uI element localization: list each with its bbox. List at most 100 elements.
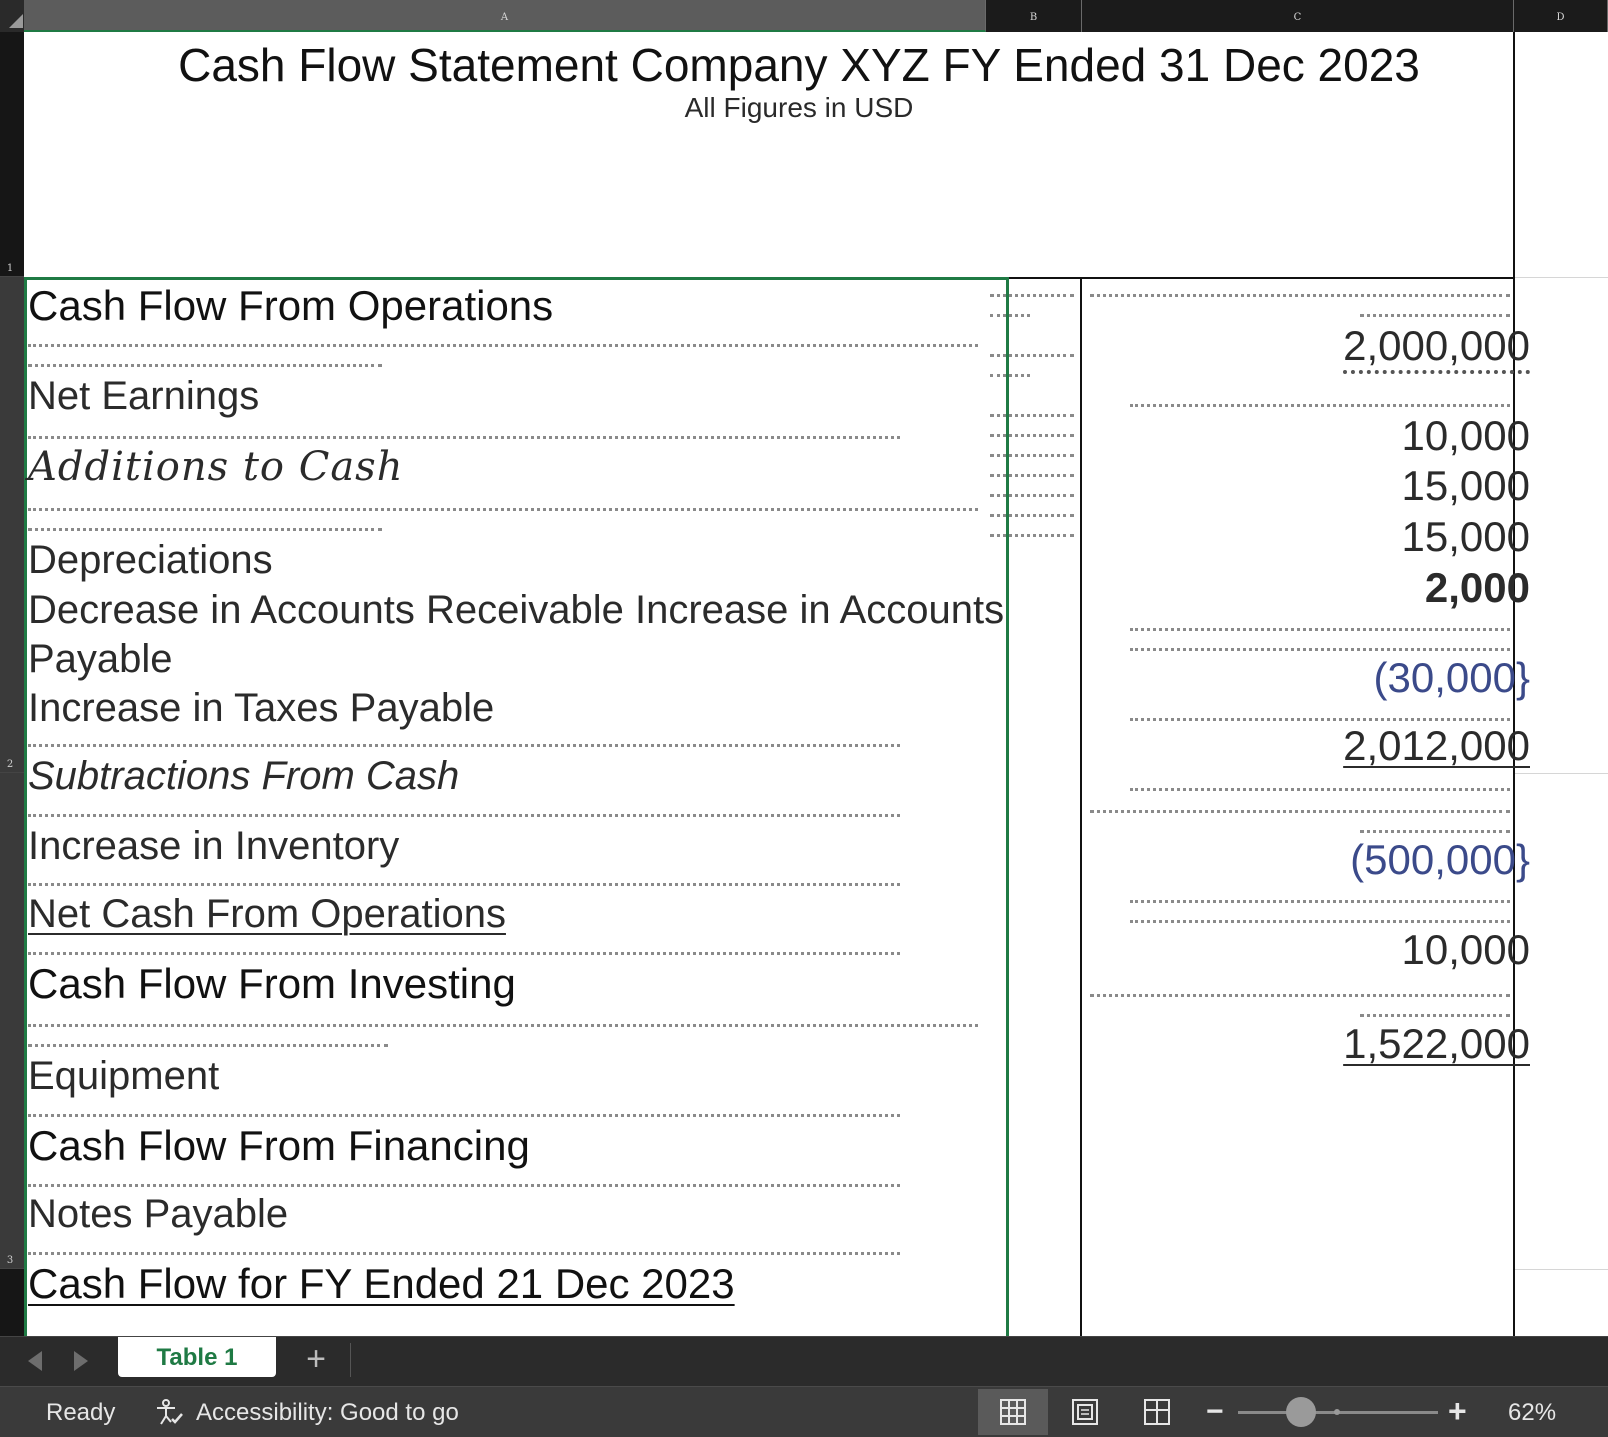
cell-border xyxy=(986,277,1514,279)
dotted-leader xyxy=(990,468,1074,477)
accessibility-status[interactable]: Accessibility: Good to go xyxy=(196,1399,459,1427)
zoom-out-button[interactable]: − xyxy=(1206,1395,1224,1429)
column-header-bar: A B C D xyxy=(0,0,1608,32)
page-layout-icon xyxy=(1072,1399,1098,1425)
dotted-leader xyxy=(1360,1008,1510,1017)
gridline xyxy=(1514,277,1608,278)
value-equipment: (500,000} xyxy=(1350,836,1530,883)
row-header-2[interactable]: 2 xyxy=(0,277,24,773)
row-header-1-label: 1 xyxy=(6,263,14,274)
gridline xyxy=(1514,773,1608,774)
status-ready: Ready xyxy=(46,1399,116,1426)
grid-view-icon xyxy=(1000,1399,1026,1425)
dotted-leader xyxy=(28,522,382,531)
dotted-leader xyxy=(990,348,1074,357)
row-header-3[interactable]: 3 xyxy=(0,773,24,1269)
label-equipment: Equipment xyxy=(28,1054,220,1098)
dotted-leader xyxy=(28,502,978,511)
label-net-cash-operations: Net Cash From Operations xyxy=(28,892,506,936)
page-break-view-button[interactable] xyxy=(1122,1389,1192,1435)
status-bar: Ready Accessibility: Good to go − + 62% xyxy=(0,1386,1608,1437)
value-notes-payable: 10,000 xyxy=(1401,926,1530,973)
zoom-in-button[interactable]: + xyxy=(1448,1393,1467,1430)
sheet-title: Cash Flow Statement Company XYZ FY Ended… xyxy=(178,39,1420,91)
dotted-leader xyxy=(28,338,978,347)
dotted-leader xyxy=(28,877,900,886)
dotted-leader xyxy=(1130,398,1510,407)
value-depreciations: 10,000 xyxy=(1401,412,1530,459)
dotted-leader xyxy=(990,368,1030,377)
value-accounts-payable: 15,000 xyxy=(1401,513,1530,560)
label-decrease-ar-cont: Payable xyxy=(28,637,173,681)
dotted-leader xyxy=(28,1038,388,1047)
zoom-slider-handle[interactable] xyxy=(1286,1397,1316,1427)
column-header-b[interactable]: B xyxy=(986,0,1082,32)
dotted-leader xyxy=(990,448,1074,457)
value-net-earnings: 2,000,000 xyxy=(1343,322,1530,374)
sheet-tab-bar: Table 1 + xyxy=(0,1336,1608,1387)
value-taxes-payable: 2,000 xyxy=(1424,564,1530,611)
dotted-leader xyxy=(28,1246,900,1255)
dotted-leader xyxy=(28,358,382,367)
row-header-3-label: 3 xyxy=(6,1255,14,1266)
label-taxes-payable: Increase in Taxes Payable xyxy=(28,686,495,730)
zoom-level[interactable]: 62% xyxy=(1508,1399,1556,1427)
dotted-leader xyxy=(1130,914,1510,923)
dotted-leader xyxy=(1090,988,1510,997)
dotted-leader xyxy=(28,430,900,439)
column-header-a[interactable]: A xyxy=(24,0,986,32)
dotted-leader xyxy=(1130,782,1510,791)
accessibility-icon[interactable] xyxy=(154,1397,184,1427)
dotted-leader xyxy=(990,528,1074,537)
gridline xyxy=(1514,1269,1608,1270)
dotted-leader xyxy=(1090,288,1510,297)
dotted-leader xyxy=(1130,642,1510,651)
dotted-leader xyxy=(28,1178,900,1187)
value-inventory: (30,000} xyxy=(1373,654,1530,701)
sheet-tab-table-1[interactable]: Table 1 xyxy=(118,1337,276,1377)
spreadsheet-grid[interactable]: Cash Flow Statement Company XYZ FY Ended… xyxy=(24,32,1608,1336)
dotted-leader xyxy=(28,1018,978,1027)
dotted-leader xyxy=(990,508,1074,517)
label-cf-fy: Cash Flow for FY Ended 21 Dec 2023 xyxy=(28,1260,735,1307)
sheet-subtitle: All Figures in USD xyxy=(684,92,914,123)
next-sheet-icon[interactable] xyxy=(74,1351,88,1371)
dotted-leader xyxy=(1130,712,1510,721)
column-header-c[interactable]: C xyxy=(1082,0,1514,32)
cell-border xyxy=(1080,277,1082,1336)
dotted-leader xyxy=(1130,894,1510,903)
dotted-leader xyxy=(990,288,1074,297)
previous-sheet-icon[interactable] xyxy=(28,1351,42,1371)
row-header-2-label: 2 xyxy=(6,759,14,770)
dotted-leader xyxy=(1360,824,1510,833)
label-additions: Additions to Cash xyxy=(28,444,404,490)
label-depreciations: Depreciations xyxy=(28,538,273,582)
dotted-leader xyxy=(28,1108,900,1117)
dotted-leader xyxy=(28,738,900,747)
dotted-leader xyxy=(990,488,1074,497)
label-cf-financing: Cash Flow From Financing xyxy=(28,1122,530,1169)
dotted-leader xyxy=(28,808,900,817)
column-header-d[interactable]: D xyxy=(1514,0,1608,32)
normal-view-button[interactable] xyxy=(978,1389,1048,1435)
row-header-bar: 1 2 3 xyxy=(0,32,24,1336)
label-notes-payable: Notes Payable xyxy=(28,1192,289,1236)
label-cf-investing: Cash Flow From Investing xyxy=(28,960,516,1007)
dotted-leader xyxy=(1090,804,1510,813)
dotted-leader xyxy=(990,408,1074,417)
dotted-leader xyxy=(1360,308,1510,317)
zoom-default-marker xyxy=(1334,1409,1340,1415)
page-layout-view-button[interactable] xyxy=(1050,1389,1120,1435)
dotted-leader xyxy=(28,946,900,955)
row-header-1[interactable]: 1 xyxy=(0,32,24,277)
dotted-leader xyxy=(1130,622,1510,631)
label-inventory: Increase in Inventory xyxy=(28,824,400,868)
value-net-cash-operations: 2,012,000 xyxy=(1343,722,1530,769)
add-sheet-button[interactable]: + xyxy=(298,1339,334,1379)
label-decrease-ar: Decrease in Accounts Receivable Increase… xyxy=(28,588,1005,632)
dotted-leader xyxy=(990,308,1030,317)
label-net-earnings: Net Earnings xyxy=(28,374,260,418)
tab-divider xyxy=(350,1343,351,1377)
select-all-corner[interactable] xyxy=(0,0,27,32)
dotted-leader xyxy=(990,428,1074,437)
